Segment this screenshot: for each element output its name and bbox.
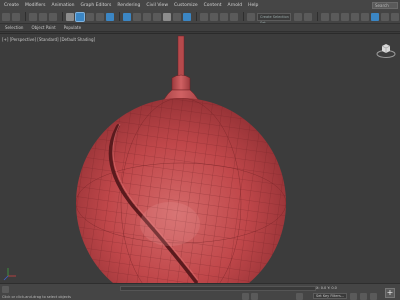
- time-slider[interactable]: [120, 286, 316, 291]
- specular-highlight: [140, 202, 200, 246]
- curve-editor-icon[interactable]: [351, 12, 359, 21]
- viewport-label[interactable]: [+] [Perspective] [Standard] [Default Sh…: [2, 37, 95, 42]
- status-prompt: Click or click-and-drag to select object…: [2, 295, 71, 299]
- angle-snap-icon[interactable]: [210, 12, 218, 21]
- menu-rendering[interactable]: Rendering: [115, 3, 144, 8]
- time-config-icon[interactable]: [370, 293, 377, 300]
- menu-graph-editors[interactable]: Graph Editors: [78, 3, 115, 8]
- align-icon[interactable]: [304, 12, 312, 21]
- menu-customize[interactable]: Customize: [172, 3, 202, 8]
- main-toolbar: Create Selection Set: [0, 10, 400, 24]
- auto-key-icon[interactable]: [296, 293, 303, 300]
- scene-explorer-icon[interactable]: [321, 12, 329, 21]
- menu-modifiers[interactable]: Modifiers: [23, 3, 50, 8]
- hanging-rod: [177, 35, 185, 77]
- menu-bar: Create Modifiers Animation Graph Editors…: [0, 0, 400, 10]
- layer-explorer-icon[interactable]: [331, 12, 339, 21]
- rectangular-selection-icon[interactable]: [96, 12, 104, 21]
- percent-snap-icon[interactable]: [220, 12, 228, 21]
- link-icon[interactable]: [29, 12, 37, 21]
- ribbon-tabs: Selection Object Paint Populate: [0, 24, 400, 32]
- search-input[interactable]: Search: [372, 1, 398, 9]
- undo-icon[interactable]: [2, 12, 10, 21]
- add-button[interactable]: +: [385, 288, 395, 298]
- menu-animation[interactable]: Animation: [50, 3, 79, 8]
- coordinate-readout: X: 0.0 Y: 0.0: [316, 286, 337, 290]
- wireframe-overlay: [76, 98, 286, 283]
- select-filter-icon[interactable]: [66, 12, 74, 21]
- menu-civil-view[interactable]: Civil View: [144, 3, 172, 8]
- move-icon[interactable]: [123, 12, 131, 21]
- unlink-icon[interactable]: [39, 12, 47, 21]
- menu-content[interactable]: Content: [202, 3, 226, 8]
- bind-space-warp-icon[interactable]: [49, 12, 57, 21]
- play-icon[interactable]: [350, 293, 357, 300]
- viewcube-icon[interactable]: [376, 40, 396, 60]
- schematic-view-icon[interactable]: [361, 12, 369, 21]
- scale-icon[interactable]: [143, 12, 151, 21]
- lock-selection-icon[interactable]: [242, 293, 249, 300]
- select-object-icon[interactable]: [75, 11, 85, 22]
- key-filters-button[interactable]: Set Key Filters...: [313, 293, 348, 299]
- select-manipulate-icon[interactable]: [183, 12, 191, 21]
- toggle-ribbon-icon[interactable]: [341, 12, 349, 21]
- next-frame-icon[interactable]: [360, 293, 367, 300]
- scene-render: [3, 35, 286, 283]
- edit-named-selection-icon[interactable]: [247, 12, 255, 21]
- perspective-viewport[interactable]: [+] [Perspective] [Standard] [Default Sh…: [0, 33, 400, 283]
- window-crossing-icon[interactable]: [106, 12, 114, 21]
- render-setup-icon[interactable]: [381, 12, 389, 21]
- reference-coordinate-icon[interactable]: [163, 12, 171, 21]
- tab-object-paint[interactable]: Object Paint: [29, 25, 61, 30]
- redo-icon[interactable]: [12, 12, 20, 21]
- ornament-cap: [171, 74, 191, 91]
- snaps-toggle-icon[interactable]: [200, 12, 208, 21]
- pivot-center-icon[interactable]: [173, 12, 181, 21]
- placement-icon[interactable]: [153, 12, 161, 21]
- maxscript-listener-icon[interactable]: [2, 286, 9, 293]
- tab-selection[interactable]: Selection: [3, 25, 29, 30]
- menu-arnold[interactable]: Arnold: [226, 3, 247, 8]
- material-editor-icon[interactable]: [371, 12, 379, 21]
- axis-tripod: [3, 268, 16, 281]
- absolute-mode-icon[interactable]: [251, 293, 258, 300]
- rendered-frame-window-icon[interactable]: [391, 12, 399, 21]
- rotate-icon[interactable]: [133, 12, 141, 21]
- select-by-name-icon[interactable]: [86, 12, 94, 21]
- menu-help[interactable]: Help: [246, 3, 262, 8]
- selection-set-dropdown[interactable]: Create Selection Set: [257, 12, 291, 23]
- tab-populate[interactable]: Populate: [62, 25, 87, 30]
- status-bar: Click or click-and-drag to select object…: [0, 283, 400, 300]
- menu-create[interactable]: Create: [2, 3, 23, 8]
- mirror-icon[interactable]: [294, 12, 302, 21]
- spinner-snap-icon[interactable]: [230, 12, 238, 21]
